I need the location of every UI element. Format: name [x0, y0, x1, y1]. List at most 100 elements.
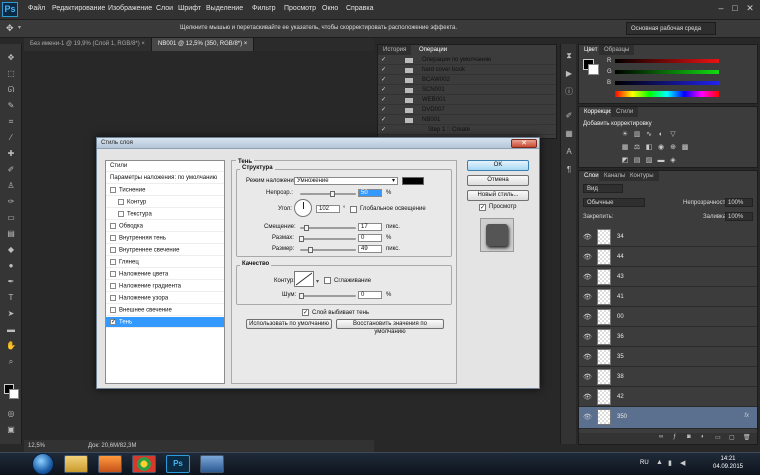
- channel-mixer-icon[interactable]: ⊕: [669, 144, 677, 152]
- swatches-panel-icon[interactable]: ▦: [563, 128, 575, 140]
- maximize-icon[interactable]: □: [730, 3, 740, 13]
- size-knob[interactable]: [308, 247, 313, 253]
- action-row[interactable]: ✓ SCN001: [378, 86, 556, 95]
- tab-nb001[interactable]: NB001 @ 12,5% (350, RGB/8*) ×: [152, 38, 255, 51]
- ok-button[interactable]: OK: [467, 160, 529, 171]
- gradient-tool-icon[interactable]: ▤: [5, 228, 17, 240]
- b-slider[interactable]: [615, 81, 719, 85]
- workspace-select[interactable]: Основная рабочая среда: [626, 22, 716, 35]
- link-icon[interactable]: ∞: [659, 434, 663, 440]
- menu-layers[interactable]: Слои: [156, 5, 173, 12]
- contour-picker[interactable]: [294, 271, 314, 287]
- size-field[interactable]: 49: [358, 245, 382, 253]
- style-item-color-overlay[interactable]: Наложение цвета: [106, 269, 224, 280]
- shape-tool-icon[interactable]: ▬: [5, 324, 17, 336]
- vibrance-icon[interactable]: ▽: [669, 131, 677, 139]
- chrome-icon[interactable]: [132, 455, 156, 473]
- r-slider[interactable]: [615, 59, 719, 63]
- layer-row[interactable]: 👁 41: [579, 287, 757, 307]
- layer-kind-filter[interactable]: Вид: [583, 184, 623, 193]
- cancel-button[interactable]: Отмена: [467, 175, 529, 186]
- explorer-icon[interactable]: [64, 455, 88, 473]
- style-item-drop-shadow[interactable]: ✓ Тень: [106, 317, 224, 328]
- menu-view[interactable]: Просмотр: [284, 5, 316, 12]
- action-row[interactable]: ✓ WEB001: [378, 96, 556, 105]
- style-item-blending[interactable]: Параметры наложения: по умолчанию: [106, 173, 224, 184]
- layer-row[interactable]: 👁 38: [579, 367, 757, 387]
- taskbar-clock[interactable]: 14:21 04.09.2015: [700, 455, 756, 471]
- eye-icon[interactable]: 👁: [583, 353, 592, 361]
- threshold-icon[interactable]: ▨: [645, 157, 653, 165]
- mask-icon[interactable]: ◙: [687, 434, 691, 440]
- selective-color-icon[interactable]: ◈: [669, 157, 677, 165]
- new-style-button[interactable]: Новый стиль...: [467, 190, 529, 201]
- lookup-icon[interactable]: ▩: [681, 144, 689, 152]
- fx-icon[interactable]: fx: [744, 413, 749, 419]
- menu-type[interactable]: Шрифт: [178, 5, 201, 12]
- tab-actions[interactable]: Операции: [414, 45, 453, 55]
- history-brush-tool-icon[interactable]: ✑: [5, 196, 17, 208]
- quick-mask-icon[interactable]: ◎: [5, 408, 17, 420]
- shadow-color-swatch[interactable]: [402, 177, 424, 185]
- eye-icon[interactable]: 👁: [583, 333, 592, 341]
- volume-icon[interactable]: ◀: [680, 459, 685, 467]
- eye-icon[interactable]: 👁: [583, 273, 592, 281]
- tool-preset-chevron-icon[interactable]: ▾: [18, 24, 21, 31]
- levels-icon[interactable]: ▥: [633, 131, 641, 139]
- spread-knob[interactable]: [299, 236, 304, 242]
- tab-swatches[interactable]: Образцы: [599, 45, 635, 55]
- bw-icon[interactable]: ◧: [645, 144, 653, 152]
- eye-icon[interactable]: 👁: [583, 373, 592, 381]
- info-panel-icon[interactable]: ⓘ: [563, 86, 575, 98]
- angle-dial[interactable]: [294, 199, 312, 217]
- menu-image[interactable]: Изображение: [108, 5, 152, 12]
- tab-styles[interactable]: Стили: [611, 107, 639, 117]
- noise-knob[interactable]: [299, 293, 304, 299]
- menu-select[interactable]: Выделение: [206, 5, 243, 12]
- media-player-icon[interactable]: [98, 455, 122, 473]
- eraser-tool-icon[interactable]: ▭: [5, 212, 17, 224]
- menu-window[interactable]: Окно: [322, 5, 338, 12]
- action-row[interactable]: ✓ Step 1 :: Create: [378, 126, 556, 135]
- new-layer-icon[interactable]: ▢: [729, 434, 735, 441]
- style-item-pattern-overlay[interactable]: Наложение узора: [106, 293, 224, 304]
- style-item-bevel[interactable]: Тиснение: [106, 185, 224, 196]
- eye-icon[interactable]: 👁: [583, 233, 592, 241]
- reset-default-button[interactable]: Восстановить значения по умолчанию: [336, 319, 444, 335]
- action-row[interactable]: ✓ Операции по умолчанию: [378, 56, 556, 65]
- history-panel-icon[interactable]: ⧗: [563, 50, 575, 62]
- knockout-checkbox[interactable]: ✓: [302, 309, 309, 316]
- eyedropper-tool-icon[interactable]: ⁄: [5, 132, 17, 144]
- quick-select-tool-icon[interactable]: ✎: [5, 100, 17, 112]
- opacity-knob[interactable]: [330, 191, 335, 197]
- style-item-outer-glow[interactable]: Внешнее свечение: [106, 305, 224, 316]
- folder-icon[interactable]: ▭: [715, 434, 721, 441]
- lasso-tool-icon[interactable]: ᘏ: [5, 84, 17, 96]
- blend-mode-select[interactable]: Умножение ▾: [294, 177, 398, 185]
- zoom-tool-icon[interactable]: ⌕: [5, 356, 17, 368]
- blur-tool-icon[interactable]: ◆: [5, 244, 17, 256]
- fx-add-icon[interactable]: ƒ: [673, 434, 676, 440]
- network-icon[interactable]: ▮: [668, 459, 672, 467]
- menu-edit[interactable]: Редактирование: [52, 5, 105, 12]
- eye-icon[interactable]: 👁: [583, 293, 592, 301]
- marquee-tool-icon[interactable]: ⬚: [5, 68, 17, 80]
- path-select-tool-icon[interactable]: ➤: [5, 308, 17, 320]
- tab-paths[interactable]: Контуры: [625, 171, 659, 181]
- brightness-icon[interactable]: ☀: [621, 131, 629, 139]
- make-default-button[interactable]: Использовать по умолчанию: [246, 319, 332, 329]
- trash-icon[interactable]: 🗑: [743, 434, 751, 441]
- distance-knob[interactable]: [304, 225, 309, 231]
- layer-row-selected[interactable]: 👁 350 fx: [579, 407, 757, 429]
- menu-file[interactable]: Файл: [28, 5, 45, 12]
- antialias-checkbox[interactable]: [324, 277, 331, 284]
- noise-slider[interactable]: [300, 295, 356, 297]
- color-spectrum[interactable]: [615, 91, 719, 97]
- menu-filter[interactable]: Фильтр: [252, 5, 276, 12]
- layer-row[interactable]: 👁 00: [579, 307, 757, 327]
- photo-filter-icon[interactable]: ◉: [657, 144, 665, 152]
- move-tool-icon[interactable]: ✥: [5, 52, 17, 64]
- windows-start-icon[interactable]: [32, 453, 54, 475]
- fill-field[interactable]: 100%: [725, 212, 753, 221]
- play-action-icon[interactable]: ▶: [563, 68, 575, 80]
